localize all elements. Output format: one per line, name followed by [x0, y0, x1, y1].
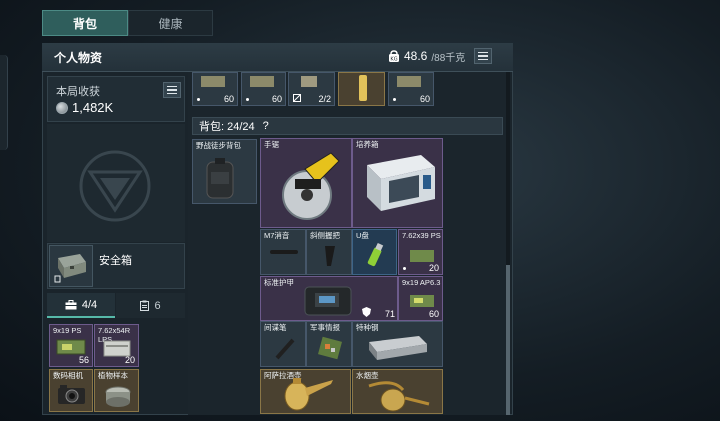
pen-icon: [275, 338, 295, 360]
weight-max: /88千克: [431, 52, 466, 64]
suppressor-icon: [270, 250, 298, 254]
rig-slot-1[interactable]: 60: [192, 72, 238, 106]
item-count: 56: [78, 355, 89, 365]
grip-icon: [325, 246, 335, 266]
item-name: 9x19 PS: [53, 326, 82, 335]
safe-box-icon: [54, 254, 86, 283]
list-menu-icon[interactable]: [474, 48, 493, 64]
ammo-box-icon: [410, 250, 434, 262]
item-name: 7.62x39 PS: [402, 231, 441, 240]
safe-box-slot[interactable]: [49, 245, 93, 287]
item-count: 60: [271, 94, 282, 104]
item-name: 斜侧握把: [310, 231, 340, 240]
circular-saw-icon: [282, 152, 340, 220]
clipboard-icon: [140, 300, 150, 311]
left-item-plant-sample[interactable]: 植物样本: [94, 369, 139, 412]
item-name: 间谍笔: [264, 323, 287, 332]
tab-task-items[interactable]: 6: [116, 293, 185, 318]
rig-slot-4[interactable]: [338, 72, 385, 106]
safe-box-label: 安全箱: [99, 255, 132, 267]
sample-jar-icon: [105, 386, 131, 407]
scrollbar-thumb[interactable]: [506, 265, 510, 415]
header-title: 个人物资: [54, 51, 103, 65]
item-count: 71: [384, 309, 395, 319]
tab-safe-items[interactable]: 4/4: [47, 293, 115, 318]
circuit-board-icon: [318, 336, 342, 360]
left-item-camera[interactable]: 数码相机: [49, 369, 93, 412]
equipped-backpack-slot[interactable]: 野战徒步背包: [192, 139, 257, 204]
flask-icon: [359, 75, 367, 101]
backpack-capacity-bar: 背包: 24/24 ?: [192, 117, 503, 135]
rig-slot-3[interactable]: 2/2: [288, 72, 335, 106]
item-angled-grip[interactable]: 斜侧握把: [306, 229, 352, 275]
item-count: 60: [428, 309, 439, 319]
rig-slot-5[interactable]: 60: [388, 72, 434, 106]
safe-items-count: 4/4: [81, 298, 98, 311]
ornate-flask-icon: [284, 378, 333, 411]
rig-slot-2[interactable]: 60: [241, 72, 286, 106]
coin-icon: [56, 101, 68, 114]
weight-current: 48.6: [404, 49, 428, 63]
item-9x19-ap6-3[interactable]: 9x19 AP6.3 60: [398, 276, 443, 321]
item-handsaw[interactable]: 手锯: [260, 138, 352, 228]
left-item-7-62x54r[interactable]: 7.62x54R LPS 20: [94, 324, 139, 367]
incubator-icon: [367, 155, 435, 211]
item-standard-armor[interactable]: 标准护甲 71: [260, 276, 398, 321]
tab-backpack[interactable]: 背包: [42, 10, 128, 36]
durability-icon: [293, 94, 301, 102]
item-name: 军事情报: [310, 323, 340, 332]
svg-text:KG: KG: [390, 56, 397, 62]
weight-indicator: KG 48.6/88千克: [388, 48, 493, 64]
steel-bar-icon: [369, 336, 427, 360]
item-7-62x39-ps[interactable]: 7.62x39 PS 20: [398, 229, 443, 275]
side-panel-edge: [0, 55, 8, 150]
income-value-row: 1,482K: [56, 100, 113, 115]
item-incubator[interactable]: 培养箱: [352, 138, 443, 228]
item-name: U盘: [356, 231, 369, 240]
item-count: 2/2: [318, 94, 331, 104]
item-name: 标准护甲: [264, 278, 294, 287]
item-name: 9x19 AP6.3: [402, 278, 441, 287]
shield-durability-icon: [362, 307, 371, 317]
item-count: 20: [124, 355, 135, 365]
item-m7-suppressor[interactable]: M7消音: [260, 229, 306, 275]
backpack-icon: [206, 158, 234, 199]
ammo-box-icon: [56, 339, 86, 355]
left-item-9x19-ps[interactable]: 9x19 PS 56: [49, 324, 93, 367]
item-name: 野战徒步背包: [196, 141, 241, 150]
item-name: 植物样本: [98, 371, 128, 380]
tab-health[interactable]: 健康: [128, 10, 213, 36]
backpack-capacity: 背包: 24/24: [199, 121, 255, 133]
armor-vest-icon: [304, 286, 352, 316]
hookah-icon: [368, 381, 430, 412]
item-name: 培养箱: [356, 140, 379, 149]
item-name: 数码相机: [53, 371, 83, 380]
item-name: M7消音: [264, 231, 290, 240]
item-count: 60: [223, 94, 234, 104]
item-asala-flask[interactable]: 阿萨拉酒壶: [260, 369, 351, 414]
item-hookah[interactable]: 水烟壶: [352, 369, 443, 414]
ammo-box-icon: [201, 76, 225, 87]
usb-drive-icon: [367, 242, 384, 267]
item-count: 20: [428, 263, 439, 273]
ammo-box-icon: [410, 295, 434, 307]
ammo-box-icon: [250, 76, 274, 87]
ammo-box-icon: [397, 76, 421, 87]
task-items-count: 6: [154, 299, 161, 312]
income-list-icon[interactable]: [163, 82, 181, 98]
item-special-steel[interactable]: 特种钢: [352, 321, 443, 367]
item-spy-pen[interactable]: 间谍笔: [260, 321, 306, 367]
briefcase-icon: [64, 299, 77, 309]
backpack-help-icon[interactable]: ?: [263, 120, 269, 132]
faction-emblem-icon: [79, 150, 151, 222]
medkit-icon: [301, 76, 317, 87]
item-name: 手锯: [264, 140, 279, 149]
income-value: 1,482K: [72, 100, 114, 115]
item-usb-drive[interactable]: U盘: [352, 229, 397, 275]
camera-icon: [58, 385, 85, 404]
item-count: 60: [419, 94, 430, 104]
income-title: 本局收获: [56, 86, 100, 98]
item-military-intel[interactable]: 军事情报: [306, 321, 352, 367]
weight-icon: KG: [389, 49, 399, 62]
